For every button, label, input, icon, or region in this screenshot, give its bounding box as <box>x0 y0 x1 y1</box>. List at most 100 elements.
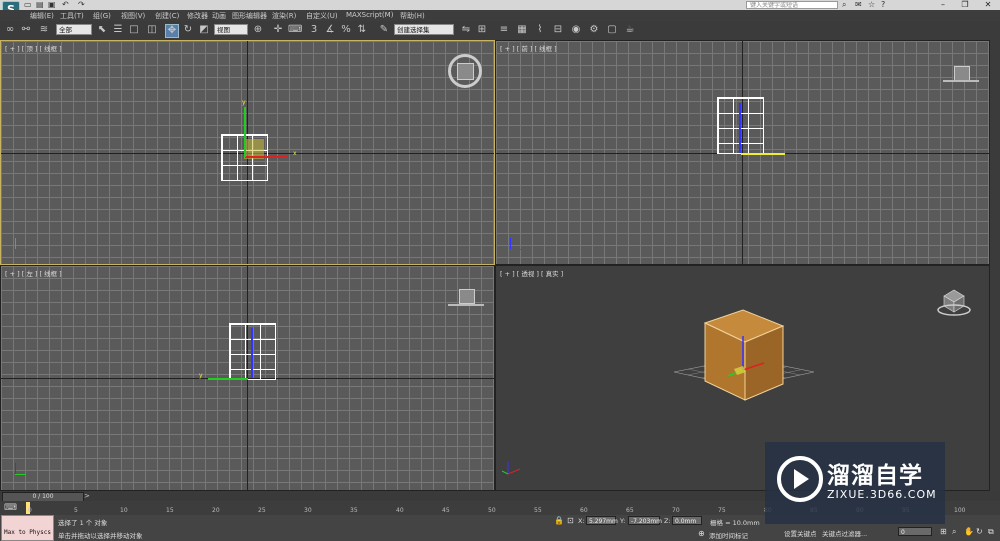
undo-icon[interactable]: ↶ <box>62 0 69 10</box>
select-manipulate-icon[interactable]: ✛ <box>272 24 284 36</box>
unlink-icon[interactable]: ⚯ <box>20 24 32 36</box>
link-icon[interactable]: ∞ <box>4 24 16 36</box>
viewport-top[interactable]: [ + ] [ 顶 ] [ 线框 ] x y <box>0 40 495 265</box>
mirror-icon[interactable]: ⇋ <box>460 24 472 36</box>
viewcube-icon[interactable] <box>457 63 474 80</box>
main-toolbar: ∞ ⚯ ≋ 全部 ⬉ ☰ □ ◫ ✥ ↻ ◩ 视图 ⊕ ✛ ⌨ 3 ∡ % ⇅ … <box>0 21 1000 41</box>
x-axis-gizmo[interactable] <box>741 153 785 155</box>
search-input[interactable]: 键入关键字或短语 <box>746 1 838 9</box>
snaps-toggle-icon[interactable]: 3 <box>308 24 320 36</box>
spinner-snap-icon[interactable]: ⇅ <box>356 24 368 36</box>
pan-icon[interactable]: ✋ <box>964 527 974 536</box>
open-icon[interactable]: ▤ <box>36 0 44 10</box>
align-icon[interactable]: ⊞ <box>476 24 488 36</box>
orbit-icon[interactable]: ↻ <box>976 527 983 536</box>
menu-edit[interactable]: 编辑(E) <box>30 11 54 21</box>
viewport-left[interactable]: [ + ] [ 左 ] [ 线框 ] y <box>0 265 495 491</box>
menu-views[interactable]: 视图(V) <box>121 11 145 21</box>
grid-size: 栅格 = 10.0mm <box>710 519 760 527</box>
key-filters-button[interactable]: 关键点过滤器... <box>822 528 867 538</box>
y-axis-gizmo[interactable] <box>244 107 246 157</box>
save-icon[interactable]: ▣ <box>48 0 56 10</box>
y-coordinate-field[interactable]: -7.203mm <box>628 516 662 525</box>
close-button[interactable]: ✕ <box>977 0 999 10</box>
reference-coord-dropdown[interactable]: 视图 <box>214 24 248 35</box>
z-axis-gizmo[interactable] <box>739 103 741 153</box>
bind-space-warp-icon[interactable]: ≋ <box>38 24 50 36</box>
search-icon[interactable]: ⌕ <box>842 0 846 10</box>
tick-label: 60 <box>580 507 588 514</box>
z-axis-gizmo[interactable] <box>251 328 253 378</box>
lock-icon[interactable]: 🔒 <box>554 516 564 525</box>
viewcube-base <box>448 304 484 306</box>
selection-filter-dropdown[interactable]: 全部 <box>56 24 92 35</box>
viewport-label[interactable]: [ + ] [ 左 ] [ 线框 ] <box>5 268 62 278</box>
layer-manager-icon[interactable]: ≡ <box>498 24 510 36</box>
mini-curve-editor-icon[interactable]: ⌨ <box>4 503 17 513</box>
menu-bar: 编辑(E) 工具(T) 组(G) 视图(V) 创建(C) 修改器 动画 图形编辑… <box>0 10 1000 21</box>
pivot-center-icon[interactable]: ⊕ <box>252 24 264 36</box>
current-frame-field[interactable]: 0 <box>898 527 932 536</box>
menu-animation[interactable]: 动画 <box>212 11 226 21</box>
schematic-view-icon[interactable]: ⊟ <box>552 24 564 36</box>
select-move-icon[interactable]: ✥ <box>165 24 179 38</box>
world-x-axis <box>507 468 521 475</box>
graphite-tools-icon[interactable]: ▦ <box>516 24 528 36</box>
material-editor-icon[interactable]: ◉ <box>570 24 582 36</box>
time-config-icon[interactable]: ⊞ <box>940 527 947 536</box>
command-panel-strip[interactable] <box>990 40 1000 491</box>
curve-editor-icon[interactable]: ⌇ <box>534 24 546 36</box>
x-coordinate-field[interactable]: 5.297mm <box>586 516 618 525</box>
edit-named-selection-icon[interactable]: ✎ <box>378 24 390 36</box>
menu-maxscript[interactable]: MAXScript(M) <box>346 11 393 19</box>
render-setup-icon[interactable]: ⚙ <box>588 24 600 36</box>
select-by-name-icon[interactable]: ☰ <box>112 24 124 36</box>
communication-icon[interactable]: ✉ <box>855 0 862 10</box>
rendered-frame-icon[interactable]: ▢ <box>606 24 618 36</box>
select-object-icon[interactable]: ⬉ <box>96 24 108 36</box>
time-tag-icon[interactable]: ⊕ <box>698 529 705 538</box>
select-scale-icon[interactable]: ◩ <box>198 24 210 36</box>
viewport-label[interactable]: [ + ] [ 前 ] [ 线框 ] <box>500 43 557 53</box>
viewport-label[interactable]: [ + ] [ 顶 ] [ 线框 ] <box>5 43 62 53</box>
tick-label: 20 <box>212 507 220 514</box>
y-axis-gizmo[interactable] <box>208 378 248 380</box>
world-axis-icon <box>13 462 27 476</box>
menu-help[interactable]: 帮助(H) <box>400 11 425 21</box>
z-coordinate-field[interactable]: 0.0mm <box>672 516 702 525</box>
minimize-button[interactable]: – <box>932 0 954 10</box>
absolute-mode-icon[interactable]: ⊡ <box>567 516 574 525</box>
window-crossing-icon[interactable]: ◫ <box>146 24 158 36</box>
menu-graph-editors[interactable]: 图形编辑器 <box>232 11 267 21</box>
named-selection-dropdown[interactable]: 创建选择集 <box>394 24 454 35</box>
x-label: X: <box>578 517 585 525</box>
viewcube-icon[interactable] <box>954 66 970 81</box>
zoom-icon[interactable]: ⌕ <box>952 527 956 537</box>
add-time-tag[interactable]: 添加时间标记 <box>709 530 748 540</box>
help-icon[interactable]: ? <box>881 0 885 10</box>
viewcube-icon[interactable] <box>459 289 475 304</box>
angle-snap-icon[interactable]: ∡ <box>324 24 336 36</box>
menu-create[interactable]: 创建(C) <box>155 11 179 21</box>
next-frame-icon[interactable]: > <box>84 492 90 500</box>
percent-snap-icon[interactable]: % <box>340 24 352 36</box>
render-production-icon[interactable]: ☕ <box>624 24 636 36</box>
watermark: 溜溜自学 ZIXUE.3D66.COM <box>765 442 945 524</box>
menu-customize[interactable]: 自定义(U) <box>306 11 338 21</box>
keyboard-shortcut-icon[interactable]: ⌨ <box>288 24 302 36</box>
favorites-icon[interactable]: ☆ <box>868 0 875 10</box>
viewport-front[interactable]: [ + ] [ 前 ] [ 线框 ] <box>495 40 990 265</box>
maximize-button[interactable]: ❐ <box>954 0 976 10</box>
menu-tools[interactable]: 工具(T) <box>60 11 84 21</box>
x-axis-gizmo[interactable] <box>245 156 287 158</box>
menu-group[interactable]: 组(G) <box>93 11 111 21</box>
maximize-viewport-icon[interactable]: ⧉ <box>988 527 994 537</box>
select-rotate-icon[interactable]: ↻ <box>182 24 194 36</box>
new-icon[interactable]: ▭ <box>24 0 32 10</box>
maxscript-listener[interactable]: Max to Physcs <box>1 515 54 541</box>
redo-icon[interactable]: ↷ <box>78 0 85 10</box>
set-key-label[interactable]: 设置关键点 <box>784 528 817 538</box>
rect-selection-icon[interactable]: □ <box>128 24 140 36</box>
menu-modifiers[interactable]: 修改器 <box>187 11 208 21</box>
menu-rendering[interactable]: 渲染(R) <box>272 11 296 21</box>
